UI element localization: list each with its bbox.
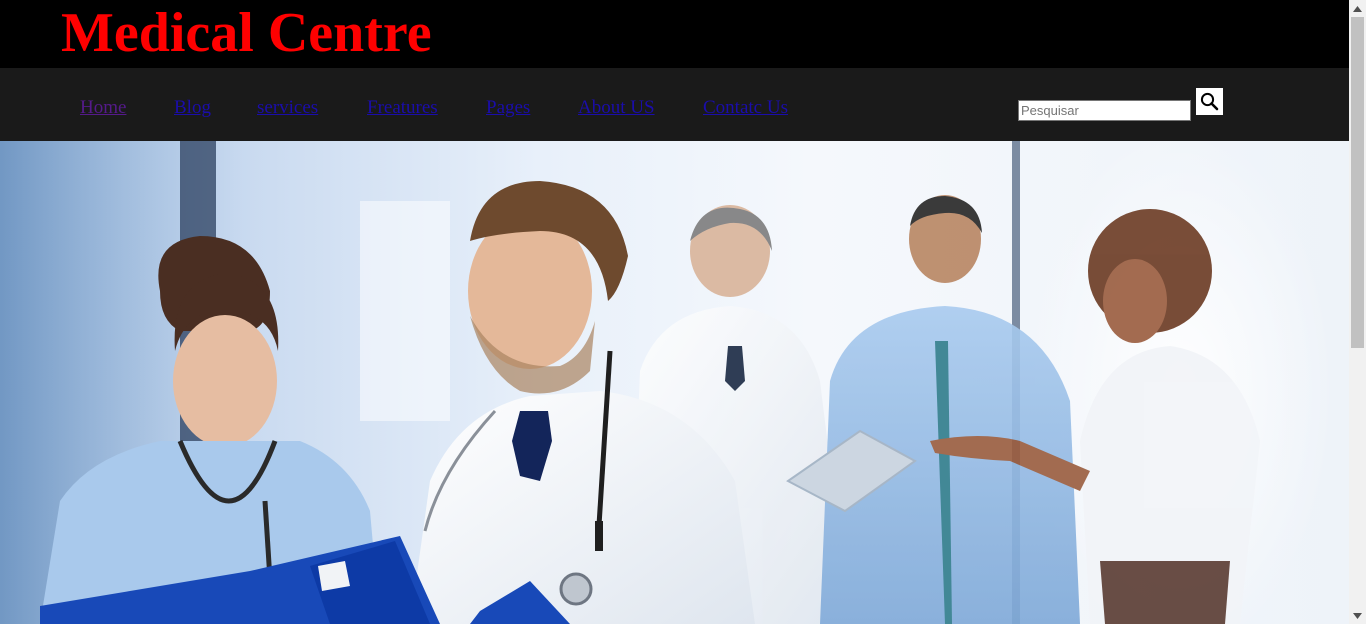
vertical-scrollbar[interactable] xyxy=(1349,0,1366,624)
scroll-up-arrow-icon[interactable] xyxy=(1349,0,1366,17)
nav-link-features[interactable]: Freatures xyxy=(367,96,438,120)
nav-link-blog[interactable]: Blog xyxy=(174,96,211,120)
search-button[interactable] xyxy=(1196,88,1223,115)
nav-link-pages[interactable]: Pages xyxy=(486,96,530,120)
site-title: Medical Centre xyxy=(61,2,432,64)
medical-team-photo xyxy=(0,141,1260,624)
scrollbar-thumb[interactable] xyxy=(1351,17,1364,348)
scroll-down-arrow-icon[interactable] xyxy=(1349,607,1366,624)
hero-image xyxy=(0,141,1349,624)
nav-link-contact-us[interactable]: Contatc Us xyxy=(703,96,788,120)
site-header: Medical Centre xyxy=(0,0,1349,68)
nav-link-about-us[interactable]: About US xyxy=(578,96,655,120)
search-icon xyxy=(1200,92,1219,111)
nav-link-home[interactable]: Home xyxy=(80,96,126,120)
search-input[interactable] xyxy=(1018,100,1191,121)
nav-link-services[interactable]: services xyxy=(257,96,318,120)
